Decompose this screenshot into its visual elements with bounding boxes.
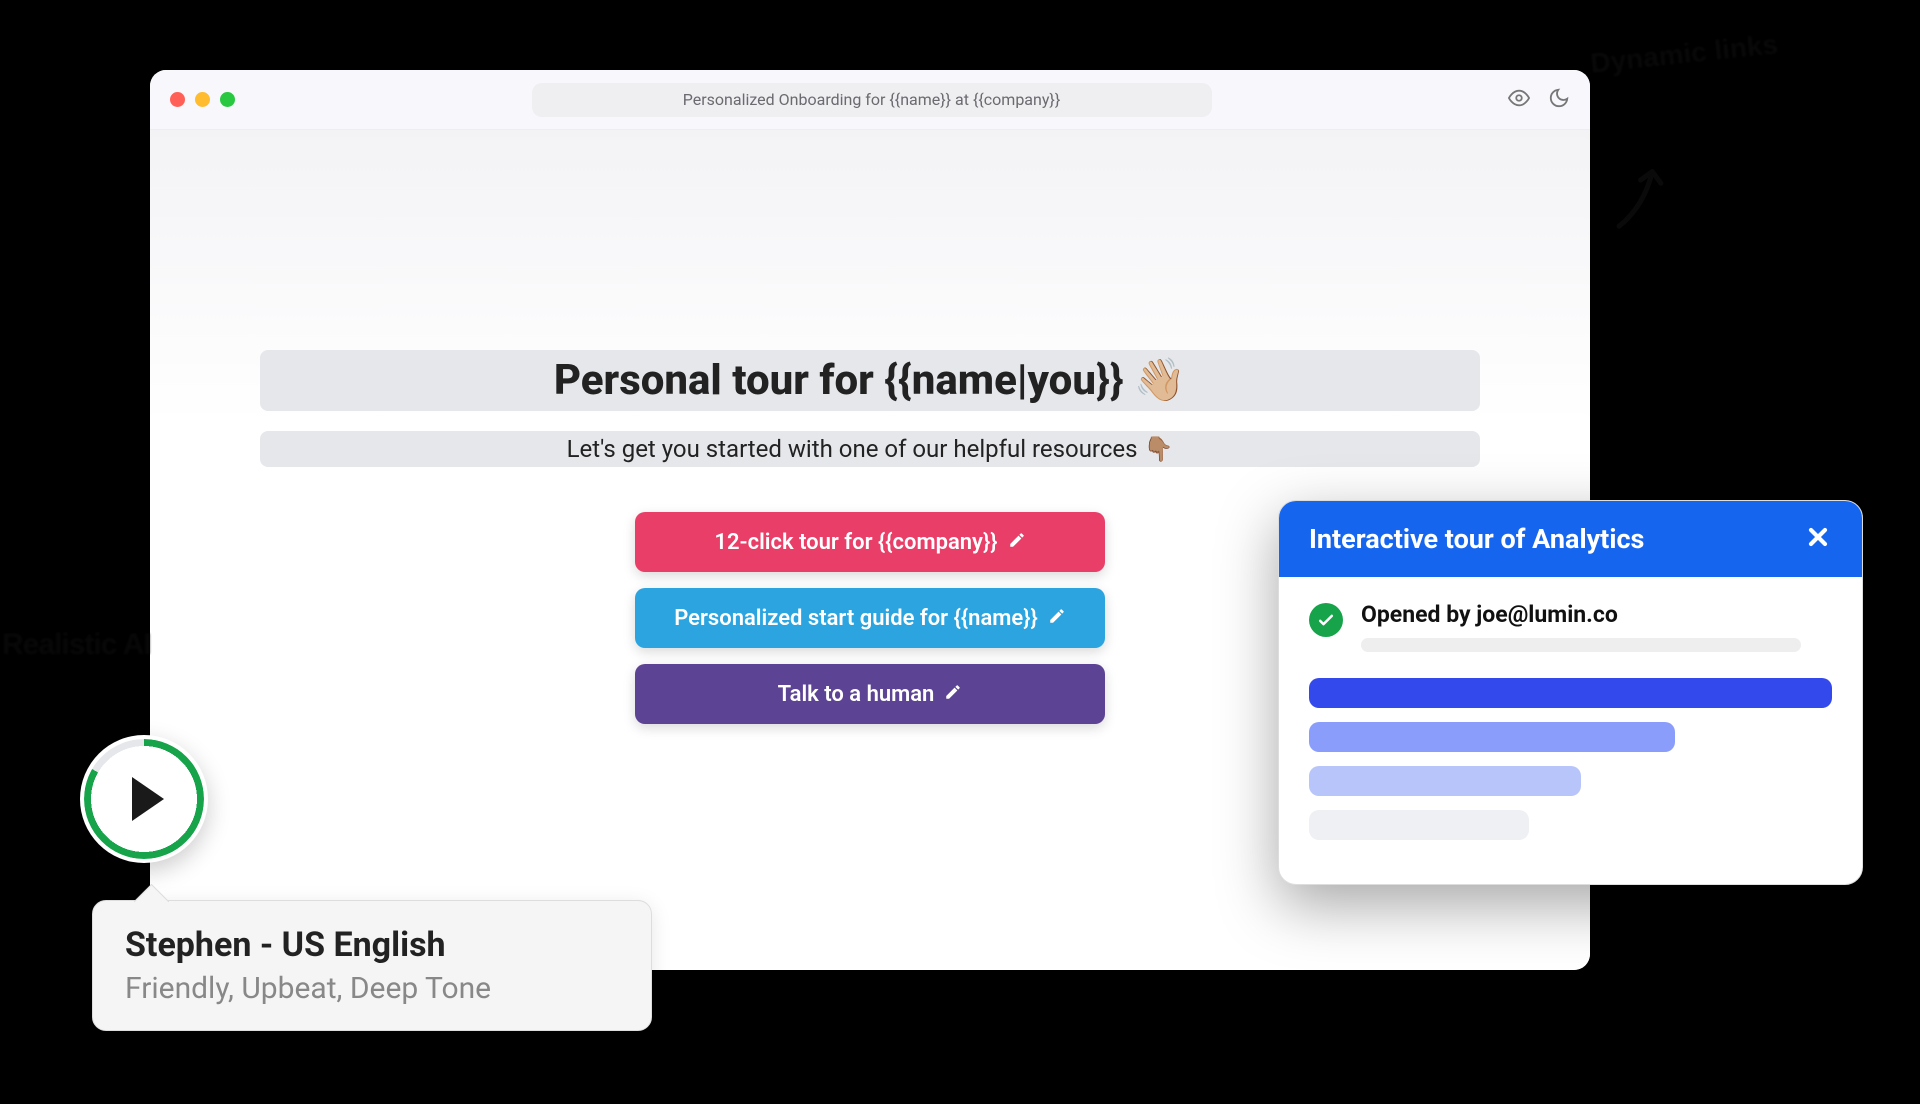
play-widget[interactable] xyxy=(80,735,208,863)
panel-title: Interactive tour of Analytics xyxy=(1309,523,1644,555)
human-button-label: Talk to a human xyxy=(778,682,935,707)
page-subtitle: Let's get you started with one of our he… xyxy=(260,435,1480,463)
pencil-icon xyxy=(1048,606,1066,631)
close-window-button[interactable] xyxy=(170,92,185,107)
panel-header: Interactive tour of Analytics xyxy=(1279,501,1862,577)
browser-chrome: Personalized Onboarding for {{name}} at … xyxy=(150,70,1590,130)
traffic-lights xyxy=(170,92,235,107)
activity-text: Opened by joe@lumin.co xyxy=(1361,601,1832,628)
annotation-top-right: Dynamic links xyxy=(1589,28,1780,80)
voice-description: Friendly, Upbeat, Deep Tone xyxy=(125,971,619,1006)
close-icon[interactable] xyxy=(1804,523,1832,555)
progress-bar-2 xyxy=(1309,722,1675,752)
check-icon xyxy=(1309,603,1343,637)
annotation-left: Realistic AI xyxy=(2,628,151,662)
preview-icon[interactable] xyxy=(1508,87,1530,113)
maximize-window-button[interactable] xyxy=(220,92,235,107)
play-icon xyxy=(132,777,164,821)
url-bar[interactable]: Personalized Onboarding for {{name}} at … xyxy=(532,83,1212,117)
analytics-panel: Interactive tour of Analytics Opened by … xyxy=(1278,500,1863,885)
pencil-icon xyxy=(1008,530,1026,555)
guide-button-label: Personalized start guide for {{name}} xyxy=(674,606,1038,631)
voice-name: Stephen - US English xyxy=(125,925,619,965)
arrow-annotation-icon xyxy=(1591,155,1679,239)
minimize-window-button[interactable] xyxy=(195,92,210,107)
tour-button[interactable]: 12-click tour for {{company}} xyxy=(635,512,1105,572)
progress-bar-4 xyxy=(1309,810,1529,840)
heading-background: Personal tour for {{name|you}} 👋🏼 xyxy=(260,350,1480,411)
guide-button[interactable]: Personalized start guide for {{name}} xyxy=(635,588,1105,648)
tour-button-label: 12-click tour for {{company}} xyxy=(714,530,997,555)
activity-placeholder-line xyxy=(1361,638,1801,652)
activity-row: Opened by joe@lumin.co xyxy=(1309,601,1832,652)
progress-bar-3 xyxy=(1309,766,1581,796)
moon-icon[interactable] xyxy=(1548,87,1570,113)
pencil-icon xyxy=(944,682,962,707)
progress-bar-1 xyxy=(1309,678,1832,708)
url-text: Personalized Onboarding for {{name}} at … xyxy=(683,90,1060,109)
talk-to-human-button[interactable]: Talk to a human xyxy=(635,664,1105,724)
subheading-background: Let's get you started with one of our he… xyxy=(260,431,1480,467)
page-title: Personal tour for {{name|you}} 👋🏼 xyxy=(260,356,1480,405)
voice-tooltip: Stephen - US English Friendly, Upbeat, D… xyxy=(92,900,652,1031)
